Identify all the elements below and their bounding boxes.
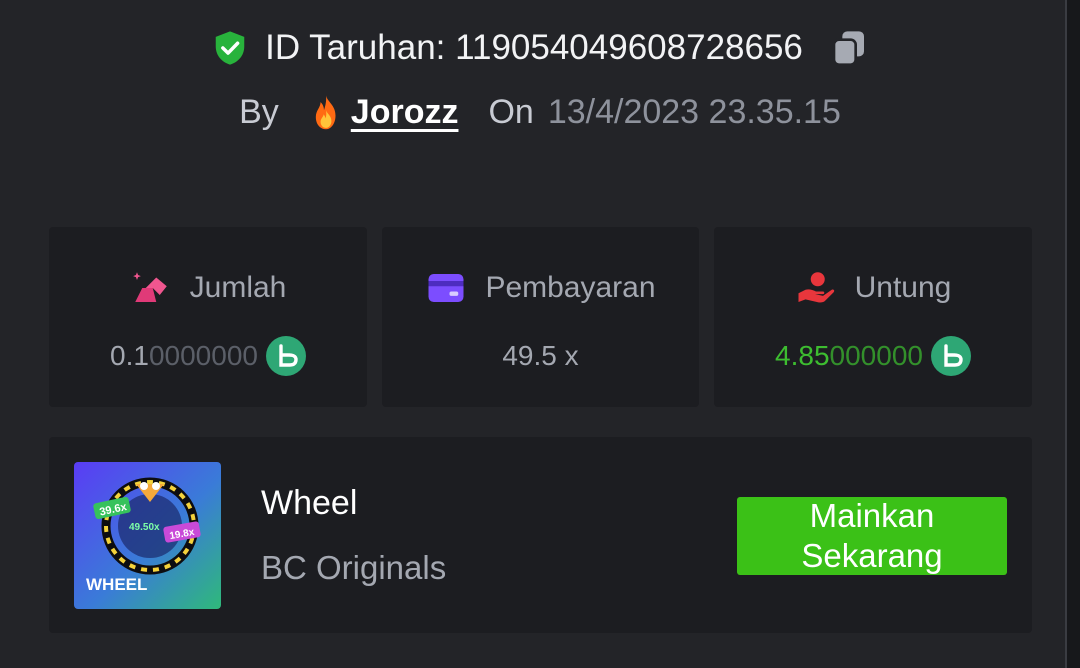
game-card: 39.6x 49.50x 19.8x WHEEL Wheel BC Origin… [49, 437, 1032, 633]
username-text: Jorozz [350, 93, 459, 131]
wheel-game-thumbnail[interactable]: 39.6x 49.50x 19.8x WHEEL [74, 462, 221, 609]
stat-label-profit: Untung [854, 271, 952, 304]
copy-icon[interactable] [829, 28, 869, 68]
play-now-button[interactable]: Mainkan Sekarang [737, 497, 1007, 575]
stat-card-profit: Untung 4.85 000000 [714, 227, 1032, 407]
stat-value-profit: 4.85 000000 [714, 335, 1032, 377]
profit-dim: 000000 [829, 340, 923, 371]
bet-id-text: ID Taruhan: 119054049608728656 [265, 28, 803, 67]
stat-value-amount: 0.1 0000000 [49, 335, 367, 377]
thumb-label-2: 49.50x [129, 522, 160, 533]
by-label: By [239, 93, 279, 131]
author-row: By Jorozz On 13/4/2023 23.35.15 [0, 93, 1080, 132]
stat-card-amount: Jumlah 0.1 0000000 [49, 227, 367, 407]
coin-icon [930, 336, 971, 376]
profit-hand-icon [798, 272, 834, 303]
card-icon [428, 274, 464, 302]
amount-dim: 0000000 [148, 340, 258, 371]
username-link[interactable]: Jorozz [309, 93, 459, 132]
stat-card-payout: Pembayaran 49.5 x [382, 227, 699, 407]
verified-shield-icon [215, 31, 245, 65]
game-title[interactable]: Wheel [261, 484, 357, 523]
fire-icon [315, 94, 336, 129]
amount-main: 0.1 [110, 340, 149, 371]
stat-label-amount: Jumlah [189, 271, 287, 304]
stat-label-payout: Pembayaran [485, 271, 656, 304]
bet-id-row: ID Taruhan: 119054049608728656 [0, 28, 1080, 68]
stat-value-payout: 49.5 x [502, 340, 579, 371]
bet-amount-icon [132, 272, 167, 302]
on-label: On [488, 93, 534, 131]
game-provider: BC Originals [261, 549, 447, 586]
thumb-title: WHEEL [86, 575, 147, 594]
coin-icon [265, 336, 306, 376]
bet-datetime: 13/4/2023 23.35.15 [547, 93, 841, 131]
profit-main: 4.85 [775, 340, 830, 371]
